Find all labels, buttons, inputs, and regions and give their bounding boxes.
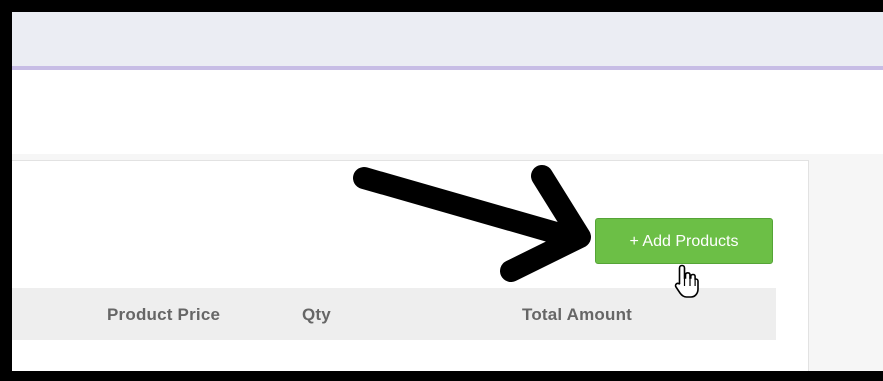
arrow-icon: [353, 165, 591, 282]
hand-pointer-icon: [674, 264, 699, 298]
